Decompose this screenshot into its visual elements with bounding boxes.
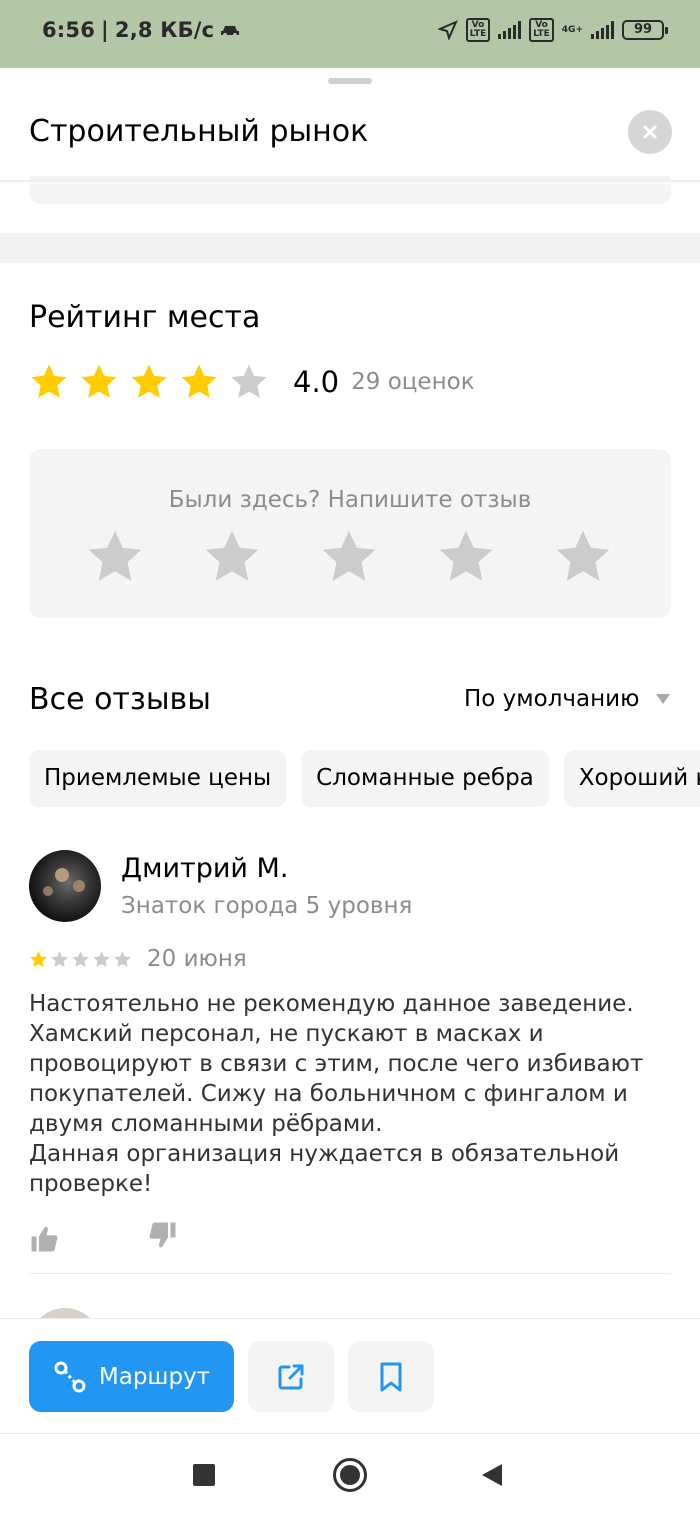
star-filled-icon xyxy=(131,364,167,398)
location-arrow-icon xyxy=(437,20,458,40)
review-text: Настоятельно не рекомендую данное заведе… xyxy=(29,991,644,1197)
signal-icon xyxy=(498,21,522,39)
rating-row: 4.0 29 оценок xyxy=(29,362,475,402)
bookmark-icon xyxy=(380,1362,402,1391)
write-review-prompt[interactable]: Были здесь? Напишите отзыв xyxy=(29,487,671,513)
rate-star-1-icon[interactable] xyxy=(85,527,145,587)
close-icon xyxy=(643,125,657,139)
tag-chip[interactable]: Приемлемые цены xyxy=(29,750,287,807)
action-bar: Маршрут xyxy=(0,1318,700,1433)
review-divider xyxy=(29,1273,671,1274)
android-nav-bar xyxy=(0,1433,700,1517)
rating-count: 29 оценок xyxy=(351,369,475,395)
rate-star-4-icon[interactable] xyxy=(436,527,496,587)
route-icon xyxy=(54,1361,86,1392)
star-filled-icon xyxy=(31,364,67,398)
sort-dropdown[interactable]: По умолчанию xyxy=(464,686,639,712)
back-button[interactable] xyxy=(482,1464,502,1486)
volte-icon-2: Vo LTE xyxy=(529,18,554,42)
avatar[interactable] xyxy=(29,850,101,922)
status-left: 6:56 | 2,8 КБ/с xyxy=(42,18,242,42)
star-filled-icon xyxy=(30,951,47,968)
status-speed: 2,8 КБ/с xyxy=(114,18,215,42)
recents-button[interactable] xyxy=(193,1464,215,1486)
bookmark-button[interactable] xyxy=(348,1341,434,1412)
status-right: Vo LTE Vo LTE 4G+ 99 xyxy=(437,18,668,42)
sheet-title: Строительный рынок xyxy=(29,114,369,149)
write-review-box: Были здесь? Напишите отзыв xyxy=(29,449,671,618)
star-filled-icon xyxy=(181,364,217,398)
status-bar: 6:56 | 2,8 КБ/с Vo LTE Vo LTE 4G+ 99 xyxy=(0,0,700,68)
star-empty-icon xyxy=(93,951,110,968)
tag-chip[interactable]: Сломанные ребра xyxy=(301,750,549,807)
network-type: 4G+ xyxy=(561,24,583,35)
close-button[interactable] xyxy=(628,110,672,154)
thumbs-up-icon[interactable] xyxy=(29,1224,59,1254)
route-label: Маршрут xyxy=(98,1363,211,1390)
rating-title: Рейтинг места xyxy=(29,300,261,335)
star-empty-icon xyxy=(231,364,267,398)
all-reviews-title: Все отзывы xyxy=(29,682,211,717)
home-button[interactable] xyxy=(333,1458,367,1492)
review-date: 20 июня xyxy=(147,946,247,972)
route-button[interactable]: Маршрут xyxy=(29,1341,234,1412)
signal-icon-2 xyxy=(591,21,614,39)
star-empty-icon xyxy=(72,951,89,968)
rate-star-2-icon[interactable] xyxy=(202,527,262,587)
tag-chip[interactable]: Хороший к xyxy=(563,750,700,807)
car-icon xyxy=(221,26,240,37)
chevron-down-icon[interactable] xyxy=(656,694,670,704)
star-empty-icon xyxy=(51,951,68,968)
author-level: Знаток города 5 уровня xyxy=(121,893,413,919)
star-filled-icon xyxy=(81,364,117,398)
thumbs-down-icon[interactable] xyxy=(148,1220,178,1250)
review-tags: Приемлемые цены Сломанные ребра Хороший … xyxy=(29,750,700,807)
section-divider xyxy=(0,233,700,263)
rate-star-3-icon[interactable] xyxy=(319,527,379,587)
battery-icon: 99 xyxy=(622,20,668,40)
share-button[interactable] xyxy=(248,1341,334,1412)
place-sheet: Строительный рынок Рейтинг места 4.0 29 … xyxy=(0,68,700,1433)
review-author[interactable]: Дмитрий М. xyxy=(121,853,288,884)
header-shadow xyxy=(0,180,700,184)
star-empty-icon xyxy=(114,951,131,968)
review-stars xyxy=(29,950,132,969)
volte-icon: Vo LTE xyxy=(465,18,491,42)
rating-value: 4.0 xyxy=(293,365,340,399)
sheet-grabber[interactable] xyxy=(328,78,372,84)
status-time: 6:56 xyxy=(42,18,96,42)
share-icon xyxy=(278,1364,304,1389)
rate-star-5-icon[interactable] xyxy=(553,527,613,587)
write-review-stars xyxy=(85,527,613,587)
